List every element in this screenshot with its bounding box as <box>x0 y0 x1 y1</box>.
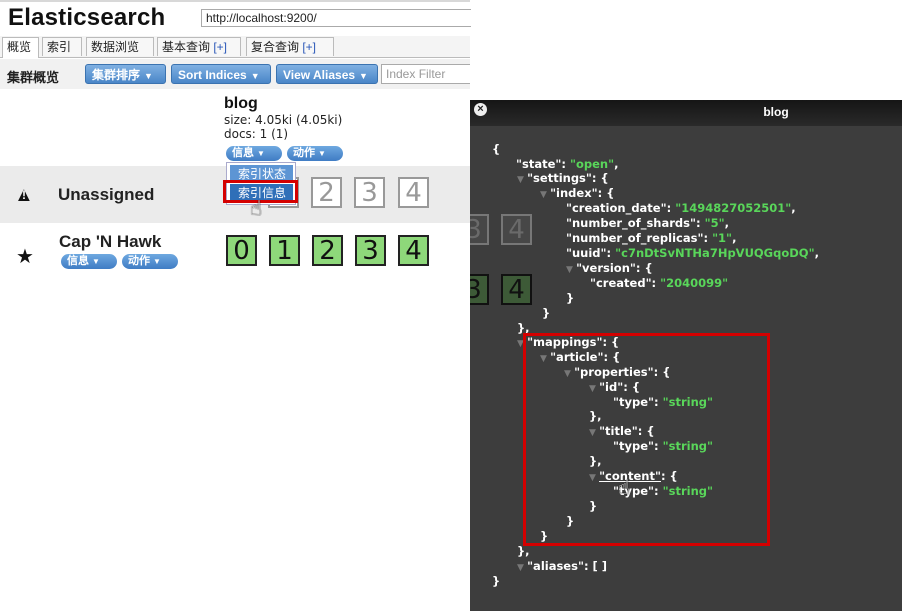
cluster-overview-title: 集群概览 <box>7 70 60 85</box>
json-line-settings[interactable]: ▼ "settings": { <box>517 171 609 185</box>
node-shard[interactable]: 1 <box>269 235 300 266</box>
json-viewer-dialog: blog × 3 4 3 4 { "state": "open", ▼ "set… <box>470 100 902 611</box>
view-aliases-button[interactable]: View Aliases ▼ <box>276 64 378 84</box>
node-shard[interactable]: 2 <box>312 235 343 266</box>
node-shard[interactable]: 4 <box>398 235 429 266</box>
sort-indices-button[interactable]: Sort Indices ▼ <box>171 64 271 84</box>
warning-icon-mark: ! <box>22 188 26 202</box>
json-brace: } <box>492 574 501 588</box>
collapse-triangle-icon: ▼ <box>517 175 528 185</box>
json-line-uuid: "uuid": "c7nDtSvNTHa7HpVUQGqoDQ", <box>566 246 819 260</box>
chevron-down-icon: ▼ <box>318 149 326 158</box>
json-brace: } <box>542 306 551 320</box>
cluster-url-input[interactable] <box>201 9 471 27</box>
index-name: blog <box>224 95 258 112</box>
json-line-state: "state": "open", <box>516 157 619 171</box>
json-line-index[interactable]: ▼ "index": { <box>540 186 614 200</box>
collapse-triangle-icon: ▼ <box>517 563 528 573</box>
tab-indices[interactable]: 索引 <box>42 37 82 56</box>
top-border <box>0 0 470 2</box>
unassigned-label: Unassigned <box>58 185 155 204</box>
index-filter-input[interactable] <box>381 64 470 84</box>
cluster-sort-button[interactable]: 集群排序 ▼ <box>85 64 166 84</box>
json-line-creation-date: "creation_date": "1494827052501", <box>566 201 796 215</box>
unassigned-shard[interactable]: 4 <box>398 177 429 208</box>
background-shard: 4 <box>501 214 532 245</box>
hand-cursor-icon: ☝ <box>618 477 631 499</box>
index-info-button[interactable]: 信息 ▼ <box>226 146 282 161</box>
tab-overview[interactable]: 概览 <box>2 37 39 58</box>
app-title: Elasticsearch <box>8 4 166 31</box>
node-action-button[interactable]: 动作 ▼ <box>122 254 178 269</box>
node-shard[interactable]: 0 <box>226 235 257 266</box>
node-name: Cap 'N Hawk <box>59 232 162 251</box>
json-line-shards: "number_of_shards": "5", <box>566 216 729 230</box>
index-docs: docs: 1 (1) <box>224 127 289 141</box>
chevron-down-icon: ▼ <box>257 149 265 158</box>
index-action-button[interactable]: 动作 ▼ <box>287 146 343 161</box>
json-line-version[interactable]: ▼ "version": { <box>566 261 653 275</box>
json-line-created: "created": "2040099" <box>590 276 729 290</box>
node-shard[interactable]: 3 <box>355 235 386 266</box>
chevron-down-icon: ▼ <box>359 71 368 81</box>
json-line-replicas: "number_of_replicas": "1", <box>566 231 737 245</box>
chevron-down-icon: ▼ <box>250 71 260 81</box>
unassigned-shard[interactable]: 2 <box>311 177 342 208</box>
chevron-down-icon: ▼ <box>144 71 153 81</box>
collapse-triangle-icon: ▼ <box>540 190 551 200</box>
unassigned-shard[interactable]: 3 <box>354 177 385 208</box>
chevron-down-icon: ▼ <box>92 257 100 266</box>
highlight-box-mappings <box>523 333 770 546</box>
tab-compound-query[interactable]: 复合查询 [+] <box>246 37 334 56</box>
json-line-aliases[interactable]: ▼ "aliases": [ ] <box>517 559 607 573</box>
json-brace: } <box>566 291 575 305</box>
hand-cursor-icon: ☝ <box>250 198 263 220</box>
json-brace: }, <box>517 544 530 558</box>
json-brace: { <box>492 142 501 156</box>
background-shard: 4 <box>501 274 532 305</box>
collapse-triangle-icon: ▼ <box>566 265 577 275</box>
node-info-button[interactable]: 信息 ▼ <box>61 254 117 269</box>
tab-basic-query[interactable]: 基本查询 [+] <box>157 37 241 56</box>
star-icon: ★ <box>16 246 34 268</box>
index-size: size: 4.05ki (4.05ki) <box>224 113 343 127</box>
tab-bar: 概览 索引 数据浏览 基本查询 [+] 复合查询 [+] <box>0 36 470 58</box>
tab-browser[interactable]: 数据浏览 <box>86 37 154 56</box>
chevron-down-icon: ▼ <box>153 257 161 266</box>
json-content: { "state": "open", ▼ "settings": { ▼ "in… <box>470 100 819 604</box>
dialog-title: blog <box>763 105 789 119</box>
